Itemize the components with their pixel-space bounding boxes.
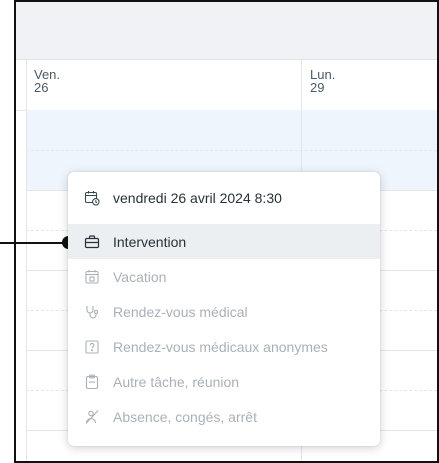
stethoscope-icon (84, 304, 100, 320)
calendar-day-icon (84, 269, 100, 285)
menu-item-label: Autre tâche, réunion (113, 373, 240, 390)
menu-header-datetime: vendredi 26 avril 2024 8:30 (113, 190, 282, 206)
day-header-friday[interactable]: Ven. 26 (26, 60, 301, 110)
menu-item-label: Rendez-vous médicaux anonymes (113, 338, 328, 355)
day-number: 29 (310, 80, 325, 95)
menu-header: vendredi 26 avril 2024 8:30 (68, 172, 380, 224)
day-number: 26 (34, 80, 49, 95)
menu-item-absence-leave[interactable]: Absence, congés, arrêt (68, 399, 380, 434)
anonymous-question-icon (84, 339, 100, 355)
menu-item-intervention[interactable]: Intervention (68, 224, 380, 259)
briefcase-icon (84, 234, 100, 250)
clipboard-icon (84, 374, 100, 390)
column-divider (26, 60, 27, 461)
callout-line (0, 242, 70, 244)
create-event-context-menu: vendredi 26 avril 2024 8:30 Intervention… (68, 172, 380, 446)
day-name: Ven. (34, 67, 61, 82)
calendar-clock-icon (84, 190, 100, 206)
day-name: Lun. (310, 67, 336, 82)
calendar-top-band (16, 2, 437, 60)
time-slot-line (26, 150, 437, 151)
absence-icon (84, 409, 100, 425)
menu-item-label: Vacation (113, 268, 167, 285)
menu-item-other-task-meeting[interactable]: Autre tâche, réunion (68, 364, 380, 399)
menu-item-label: Rendez-vous médical (113, 303, 248, 320)
menu-item-label: Absence, congés, arrêt (113, 408, 257, 425)
menu-item-medical-appointment[interactable]: Rendez-vous médical (68, 294, 380, 329)
menu-item-label: Intervention (113, 233, 187, 250)
menu-item-vacation[interactable]: Vacation (68, 259, 380, 294)
menu-item-anonymous-medical-appointments[interactable]: Rendez-vous médicaux anonymes (68, 329, 380, 364)
day-header-monday[interactable]: Lun. 29 (301, 60, 437, 110)
